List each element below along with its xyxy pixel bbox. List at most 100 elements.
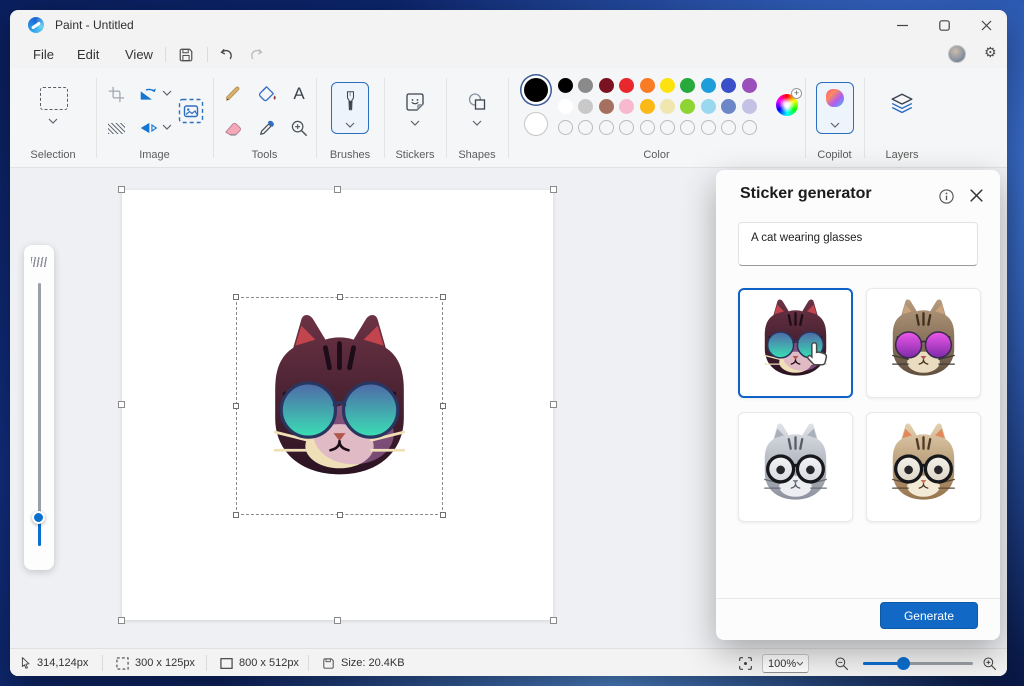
- canvas-resize-handle[interactable]: [118, 186, 125, 193]
- undo-button[interactable]: [213, 43, 239, 66]
- palette-swatch-empty[interactable]: [680, 120, 695, 135]
- canvas-resize-handle[interactable]: [334, 186, 341, 193]
- selection-region[interactable]: [236, 297, 443, 515]
- canvas-resize-handle[interactable]: [118, 617, 125, 624]
- pasted-cat-sticker[interactable]: [239, 300, 440, 512]
- palette-swatch[interactable]: [578, 99, 593, 114]
- color-picker-tool-button[interactable]: [255, 116, 279, 140]
- palette-swatch-empty[interactable]: [619, 120, 634, 135]
- palette-swatch-empty[interactable]: [558, 120, 573, 135]
- sticker-thumbnail-cat-magenta-sunglasses[interactable]: [866, 288, 981, 398]
- palette-swatch[interactable]: [599, 78, 614, 93]
- redo-button[interactable]: [244, 43, 270, 66]
- menu-edit[interactable]: Edit: [68, 44, 108, 65]
- palette-swatch-empty[interactable]: [660, 120, 675, 135]
- fill-tool-button[interactable]: [255, 82, 279, 106]
- text-tool-button[interactable]: A: [287, 82, 311, 106]
- selection-handle[interactable]: [337, 512, 343, 518]
- sticker-thumbnail-cat-teal-sunglasses[interactable]: [738, 288, 853, 398]
- zoom-slider-thumb[interactable]: [897, 657, 910, 670]
- palette-swatch[interactable]: [558, 78, 573, 93]
- rotate-button[interactable]: [136, 82, 160, 106]
- group-label-color: Color: [643, 149, 669, 161]
- palette-swatch[interactable]: [640, 99, 655, 114]
- layers-button[interactable]: [889, 92, 915, 114]
- selection-handle[interactable]: [233, 403, 239, 409]
- canvas-resize-handle[interactable]: [334, 617, 341, 624]
- maximize-button[interactable]: [923, 10, 965, 40]
- palette-swatch[interactable]: [680, 99, 695, 114]
- palette-swatch[interactable]: [701, 78, 716, 93]
- resize-image-button[interactable]: [176, 96, 206, 126]
- palette-swatch[interactable]: [558, 99, 573, 114]
- generate-button[interactable]: Generate: [880, 602, 978, 629]
- menu-file[interactable]: File: [24, 44, 63, 65]
- palette-swatch-empty[interactable]: [721, 120, 736, 135]
- pencil-tool-button[interactable]: [221, 82, 245, 106]
- selection-handle[interactable]: [440, 403, 446, 409]
- shapes-button[interactable]: [465, 90, 489, 114]
- palette-swatch-empty[interactable]: [640, 120, 655, 135]
- settings-gear-icon[interactable]: ⚙: [984, 44, 997, 61]
- canvas-resize-handle[interactable]: [550, 617, 557, 624]
- palette-swatch[interactable]: [660, 99, 675, 114]
- palette-swatch[interactable]: [619, 99, 634, 114]
- palette-swatch-empty[interactable]: [742, 120, 757, 135]
- brush-size-slider-thumb[interactable]: [32, 511, 45, 524]
- palette-swatch[interactable]: [721, 78, 736, 93]
- selection-tool-button[interactable]: [38, 84, 70, 112]
- palette-swatch[interactable]: [640, 78, 655, 93]
- flip-dropdown[interactable]: [162, 124, 172, 130]
- palette-swatch[interactable]: [742, 99, 757, 114]
- palette-swatch[interactable]: [680, 78, 695, 93]
- background-color-swatch[interactable]: [524, 112, 548, 136]
- menu-view[interactable]: View: [116, 44, 162, 65]
- flip-button[interactable]: [136, 116, 160, 140]
- transparent-selection-button[interactable]: [104, 116, 128, 140]
- sticker-thumbnail-tabby-kitten-round-glasses[interactable]: [866, 412, 981, 522]
- crop-button[interactable]: [104, 82, 128, 106]
- selection-handle[interactable]: [337, 294, 343, 300]
- zoom-out-button[interactable]: [834, 649, 849, 677]
- palette-swatch[interactable]: [599, 99, 614, 114]
- rotate-dropdown[interactable]: [162, 90, 172, 96]
- palette-swatch[interactable]: [578, 78, 593, 93]
- stickers-button[interactable]: [403, 90, 427, 114]
- shapes-dropdown[interactable]: [472, 120, 482, 126]
- palette-swatch[interactable]: [742, 78, 757, 93]
- selection-handle[interactable]: [233, 294, 239, 300]
- palette-swatch[interactable]: [619, 78, 634, 93]
- eraser-tool-button[interactable]: [221, 116, 245, 140]
- close-button[interactable]: [965, 10, 1007, 40]
- selection-handle[interactable]: [440, 294, 446, 300]
- foreground-color-swatch[interactable]: [524, 78, 548, 102]
- panel-close-button[interactable]: [969, 188, 984, 208]
- magnifier-tool-button[interactable]: [287, 116, 311, 140]
- palette-swatch-empty[interactable]: [599, 120, 614, 135]
- selection-dropdown[interactable]: [48, 118, 58, 124]
- palette-swatch[interactable]: [701, 99, 716, 114]
- fit-to-screen-button[interactable]: [738, 649, 753, 677]
- palette-swatch-empty[interactable]: [578, 120, 593, 135]
- palette-swatch[interactable]: [721, 99, 736, 114]
- title-bar[interactable]: Paint - Untitled: [10, 10, 1007, 40]
- minimize-button[interactable]: [881, 10, 923, 40]
- palette-swatch-empty[interactable]: [701, 120, 716, 135]
- canvas-resize-handle[interactable]: [118, 401, 125, 408]
- save-button[interactable]: [173, 43, 199, 66]
- palette-swatch[interactable]: [660, 78, 675, 93]
- brush-size-slider-track[interactable]: [38, 283, 41, 546]
- info-button[interactable]: [938, 188, 955, 210]
- copilot-button[interactable]: [816, 82, 854, 134]
- sticker-thumbnail-gray-cat-round-glasses[interactable]: [738, 412, 853, 522]
- prompt-input[interactable]: A cat wearing glasses: [738, 222, 978, 266]
- canvas-resize-handle[interactable]: [550, 401, 557, 408]
- stickers-dropdown[interactable]: [410, 120, 420, 126]
- selection-handle[interactable]: [233, 512, 239, 518]
- selection-handle[interactable]: [440, 512, 446, 518]
- account-avatar[interactable]: [948, 45, 966, 63]
- brushes-button[interactable]: [331, 82, 369, 134]
- zoom-in-button[interactable]: [982, 649, 997, 677]
- zoom-level-dropdown[interactable]: 100%: [762, 654, 809, 673]
- canvas-resize-handle[interactable]: [550, 186, 557, 193]
